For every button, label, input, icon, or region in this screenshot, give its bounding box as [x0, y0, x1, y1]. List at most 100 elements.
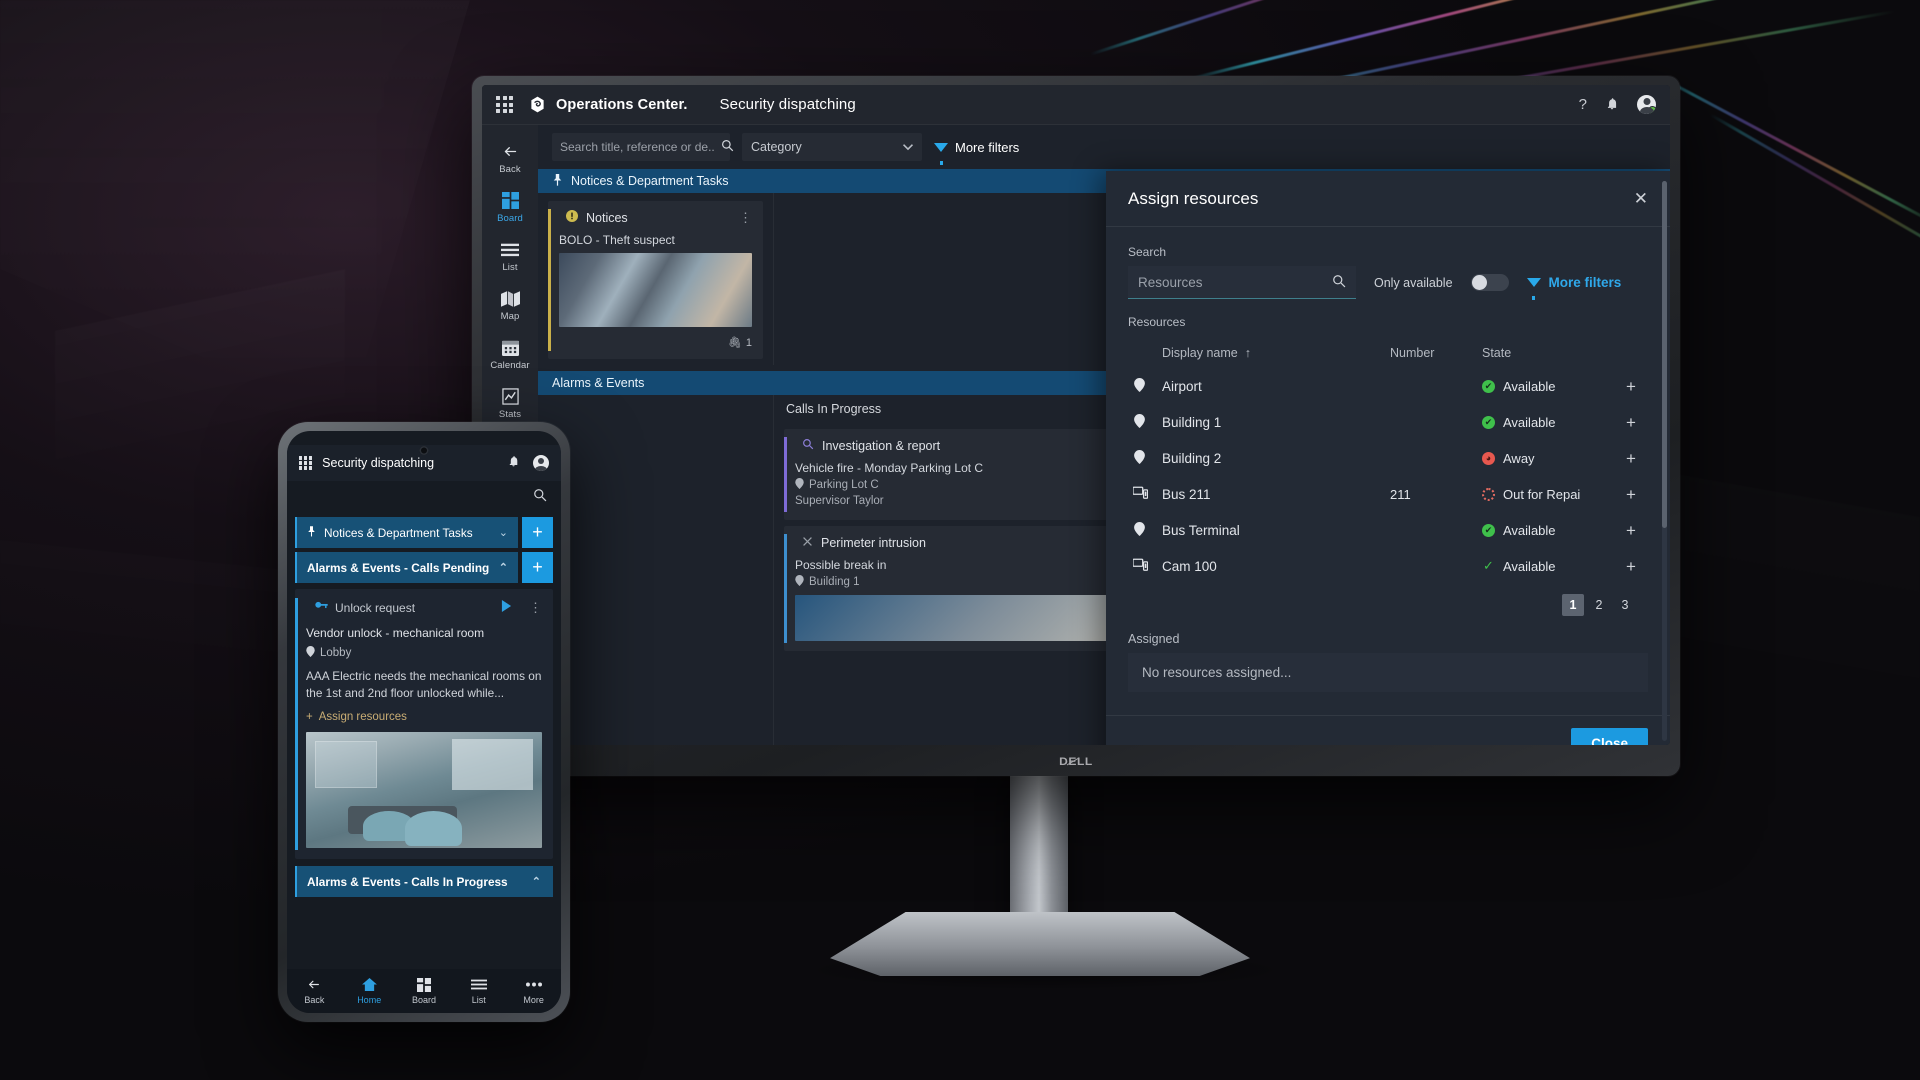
app-header: Operations Center. Security dispatching … [482, 85, 1670, 125]
resources-search-input[interactable] [1138, 274, 1332, 290]
table-row[interactable]: Bus 211 211 Out for Repai + [1128, 476, 1648, 512]
resource-state-label: Out for Repai [1503, 486, 1581, 502]
pin-icon [552, 173, 563, 189]
search-icon [1332, 274, 1346, 291]
list-lines-icon [501, 240, 519, 259]
page-button[interactable]: 2 [1588, 594, 1610, 616]
sidebar-item-back[interactable]: Back [482, 135, 538, 181]
table-row[interactable]: Airport ✔ Available + [1128, 368, 1648, 404]
phone-card-thumbnail [306, 732, 542, 849]
phone-header-actions [507, 454, 549, 473]
close-button[interactable]: Close [1571, 728, 1648, 745]
phone-nav-back[interactable]: Back [287, 978, 342, 1005]
phone-card-title: Unlock request [335, 601, 416, 615]
home-icon [361, 978, 377, 992]
add-item-button[interactable]: + [522, 517, 553, 548]
page-button[interactable]: 3 [1614, 594, 1636, 616]
sidebar-item-stats[interactable]: Stats [482, 380, 538, 426]
location-pin-icon [1128, 449, 1162, 467]
search-input[interactable] [560, 140, 715, 154]
category-select[interactable]: Category [742, 133, 922, 161]
plus-icon[interactable]: + [1614, 450, 1648, 467]
only-available-toggle[interactable] [1470, 274, 1509, 291]
search-icon[interactable] [533, 488, 547, 507]
plus-icon[interactable]: + [1614, 414, 1648, 431]
search-box[interactable] [552, 133, 734, 161]
page-title: Security dispatching [719, 96, 856, 113]
phone-card-unlock-request[interactable]: Unlock request ⋮ Vendor unlock - mechani… [295, 589, 553, 860]
panel-more-filters-button[interactable]: More filters [1526, 275, 1621, 300]
status-check-available: ✓ [1483, 558, 1494, 574]
plus-icon[interactable]: + [1614, 558, 1648, 575]
play-triangle-icon[interactable] [501, 599, 512, 617]
notification-bell-icon[interactable] [507, 454, 520, 473]
info-circle-icon [566, 210, 578, 225]
location-pin-icon [306, 646, 315, 660]
user-avatar-icon[interactable] [1637, 95, 1656, 114]
assign-resources-label: Assign resources [318, 711, 407, 724]
resource-state: ◕ Away [1482, 451, 1614, 466]
grid-apps-icon[interactable] [496, 96, 513, 113]
plus-icon[interactable]: + [1614, 378, 1648, 395]
chevron-up-icon[interactable]: ⌃ [532, 875, 541, 888]
resource-state-label: Available [1503, 414, 1556, 430]
map-fold-icon [500, 289, 520, 308]
phone-nav-label: Back [304, 994, 325, 1005]
phone-nav-list[interactable]: List [451, 978, 506, 1005]
grid-apps-icon[interactable] [299, 456, 313, 470]
sidebar-item-map[interactable]: Map [482, 282, 538, 328]
help-icon[interactable]: ? [1579, 96, 1587, 113]
table-row[interactable]: Cam 100 ✓ Available + [1128, 548, 1648, 584]
phone-nav-more[interactable]: More [506, 978, 561, 1005]
front-camera [419, 446, 429, 455]
table-row[interactable]: Building 1 ✔ Available + [1128, 404, 1648, 440]
resource-state-label: Away [1503, 450, 1535, 466]
resource-state: ✔ Available [1482, 379, 1614, 394]
kebab-menu-icon[interactable]: ⋮ [529, 601, 542, 614]
phone-lane-notices[interactable]: Notices & Department Tasks ⌄ + [295, 517, 553, 548]
phone-nav-board[interactable]: Board [397, 977, 452, 1005]
column-title: Calls In Progress [786, 402, 882, 416]
notification-bell-icon[interactable] [1605, 96, 1619, 114]
sidebar-item-board[interactable]: Board [482, 184, 538, 230]
plus-icon[interactable]: + [1614, 486, 1648, 503]
table-row[interactable]: Bus Terminal ✔ Available + [1128, 512, 1648, 548]
panel-scrollbar[interactable] [1662, 181, 1667, 741]
camera-device-icon [1128, 558, 1162, 574]
phone-lane-calls-pending[interactable]: Alarms & Events - Calls Pending ⌃ + [295, 552, 553, 583]
sidebar-item-calendar[interactable]: Calendar [482, 331, 538, 377]
more-filters-button[interactable]: More filters [934, 140, 1019, 165]
assign-resources-link[interactable]: + Assign resources [306, 711, 542, 723]
kebab-menu-icon[interactable]: ⋮ [739, 211, 752, 224]
chevron-up-icon[interactable]: ⌃ [499, 561, 508, 574]
paperclip-icon: 🖇 [727, 337, 742, 349]
chevron-down-icon[interactable]: ⌄ [499, 526, 508, 539]
page-button[interactable]: 1 [1562, 594, 1584, 616]
resource-state-label: Available [1503, 558, 1556, 574]
resources-search-box[interactable] [1128, 266, 1356, 299]
plus-icon[interactable]: + [1614, 522, 1648, 539]
resource-name: Bus Terminal [1162, 522, 1240, 538]
phone-lane-calls-in-progress[interactable]: Alarms & Events - Calls In Progress ⌃ [295, 866, 553, 898]
table-row[interactable]: Building 2 ◕ Away + [1128, 440, 1648, 476]
panel-header: Assign resources ✕ [1106, 171, 1670, 227]
status-dot-available: ✔ [1482, 415, 1495, 429]
status-dot-out-for-repair [1482, 487, 1495, 501]
sidebar-item-list[interactable]: List [482, 233, 538, 279]
close-x-icon[interactable]: ✕ [1634, 190, 1648, 207]
column-header-display-name[interactable]: Display name ↑ [1162, 346, 1390, 360]
add-item-button[interactable]: + [522, 552, 553, 583]
sidebar-item-label: Back [499, 164, 521, 175]
chart-line-icon [501, 387, 519, 406]
resource-number: 211 [1390, 486, 1411, 502]
only-available-label: Only available [1374, 275, 1453, 290]
funnel-icon [934, 142, 948, 165]
ellipsis-icon [525, 978, 542, 992]
column-header-state[interactable]: State [1482, 346, 1614, 360]
phone-nav-home[interactable]: Home [342, 978, 397, 1005]
resource-name: Bus 211 [1162, 486, 1211, 502]
card-notices[interactable]: Notices ⋮ BOLO - Theft suspect 🖇 1 [548, 201, 763, 359]
user-avatar-icon[interactable] [533, 455, 549, 471]
resource-name: Building 2 [1162, 450, 1222, 466]
column-header-number[interactable]: Number [1390, 346, 1482, 360]
